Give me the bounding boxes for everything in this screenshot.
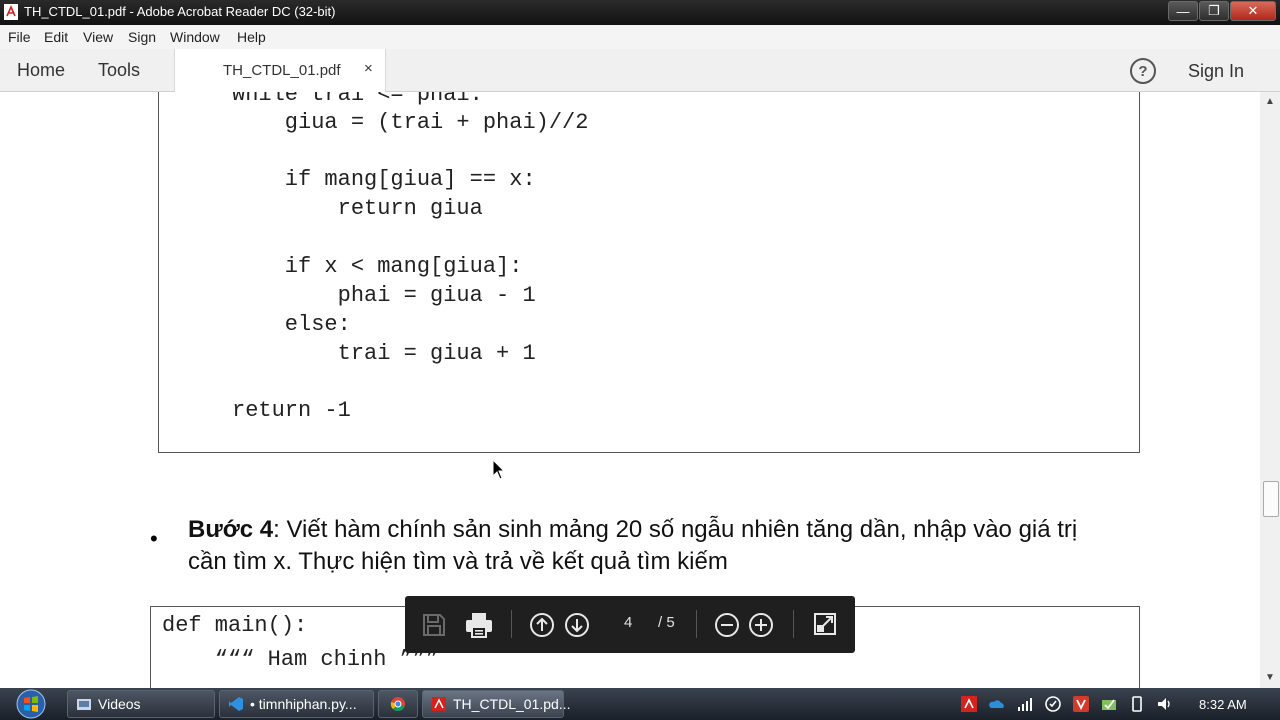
code-line: if x < mang[giua]: — [232, 254, 523, 279]
taskbar-vscode[interactable]: • timnhiphan.py... — [219, 690, 374, 718]
taskbar: Videos • timnhiphan.py... TH_CTDL_01.pd.… — [0, 688, 1280, 720]
taskbar-label: Videos — [98, 696, 141, 712]
maximize-button[interactable]: ❐ — [1199, 1, 1229, 21]
folder-icon — [77, 699, 91, 710]
taskbar-chrome[interactable] — [378, 690, 418, 718]
tab-tools[interactable]: Tools — [98, 60, 140, 81]
tab-home[interactable]: Home — [17, 60, 65, 81]
print-icon[interactable] — [464, 611, 494, 639]
vertical-scrollbar[interactable]: ▲ ▼ — [1260, 92, 1280, 688]
code-line: trai = giua + 1 — [232, 341, 536, 366]
total-pages: / 5 — [658, 614, 675, 631]
menu-file[interactable]: File — [8, 29, 31, 45]
code-line: def main(): — [162, 613, 308, 638]
code-line: giua = (trai + phai)//2 — [232, 110, 589, 135]
sync-icon[interactable] — [1044, 695, 1062, 713]
menu-edit[interactable]: Edit — [44, 29, 68, 45]
minimize-button[interactable]: — — [1168, 1, 1198, 21]
step-text-1: : Viết hàm chính sản sinh mảng 20 số ngẫ… — [273, 516, 1078, 543]
close-button[interactable]: ✕ — [1230, 1, 1276, 21]
current-page-input[interactable]: 4 — [624, 614, 632, 631]
scrollbar-thumb[interactable] — [1263, 481, 1279, 517]
menu-bar: File Edit View Sign Window Help — [0, 25, 1280, 49]
acrobat-icon — [4, 4, 18, 20]
mouse-cursor-icon — [492, 459, 506, 480]
page-down-icon[interactable] — [564, 612, 590, 638]
network-icon[interactable] — [1016, 695, 1034, 713]
acrobat-icon — [432, 697, 446, 711]
tab-bar: Home Tools TH_CTDL_01.pdf × — [0, 49, 1280, 92]
floating-page-toolbar: 4 / 5 — [405, 596, 855, 653]
step-line-2: cần tìm x. Thực hiện tìm và trả về kết q… — [188, 548, 728, 575]
page-up-icon[interactable] — [529, 612, 555, 638]
close-tab-icon[interactable]: × — [364, 60, 373, 77]
window-controls: — ❐ ✕ — [1167, 1, 1276, 21]
window-title: TH_CTDL_01.pdf - Adobe Acrobat Reader DC… — [24, 4, 336, 19]
security-icon[interactable] — [1100, 695, 1118, 713]
maximize-icon: ❐ — [1208, 3, 1220, 18]
menu-sign[interactable]: Sign — [128, 29, 156, 45]
scroll-down-icon[interactable]: ▼ — [1265, 672, 1275, 683]
fit-page-icon[interactable] — [813, 612, 837, 636]
close-icon: ✕ — [1247, 3, 1259, 18]
save-icon[interactable] — [421, 612, 447, 638]
code-line: if mang[giua] == x: — [232, 167, 536, 192]
toolbar-separator — [511, 610, 512, 638]
vscode-icon — [229, 697, 243, 711]
code-line: return giua — [232, 196, 483, 221]
toolbar-separator — [793, 610, 794, 638]
minimize-icon: — — [1176, 3, 1190, 19]
code-line: else: — [232, 312, 351, 337]
taskbar-videos[interactable]: Videos — [67, 690, 215, 718]
code-line: “““ Ham chinh ””” — [162, 647, 440, 672]
volume-icon[interactable] — [1156, 695, 1174, 713]
taskbar-label: TH_CTDL_01.pd... — [453, 696, 571, 712]
code-line: phai = giua - 1 — [232, 283, 536, 308]
code-line: while trai <= phai: — [232, 92, 483, 107]
sign-in-button[interactable]: Sign In — [1188, 61, 1244, 82]
acrobat-tray-icon[interactable] — [960, 695, 978, 713]
code-block-1: while trai <= phai: giua = (trai + phai)… — [158, 92, 1140, 453]
help-icon[interactable]: ? — [1130, 58, 1156, 84]
scroll-up-icon[interactable]: ▲ — [1265, 96, 1275, 107]
list-bullet: • — [150, 526, 158, 551]
taskbar-clock: 8:32 AM — [1199, 697, 1247, 712]
taskbar-label: • timnhiphan.py... — [250, 696, 357, 712]
code-line: return -1 — [232, 398, 351, 423]
device-icon[interactable] — [1128, 695, 1146, 713]
step-line-1: Bước 4: Viết hàm chính sản sinh mảng 20 … — [188, 516, 1077, 544]
tab-document[interactable]: TH_CTDL_01.pdf × — [174, 49, 386, 92]
zoom-out-icon[interactable] — [714, 612, 740, 638]
chrome-icon — [390, 697, 405, 712]
menu-help[interactable]: Help — [237, 29, 266, 45]
menu-view[interactable]: View — [83, 29, 113, 45]
toolbar-separator — [696, 610, 697, 638]
window-titlebar: TH_CTDL_01.pdf - Adobe Acrobat Reader DC… — [0, 0, 1280, 25]
taskbar-acrobat[interactable]: TH_CTDL_01.pd... — [422, 690, 571, 718]
vivaldi-icon[interactable] — [1072, 695, 1090, 713]
onedrive-icon[interactable] — [988, 695, 1006, 713]
document-tab-label: TH_CTDL_01.pdf — [223, 62, 341, 79]
menu-window[interactable]: Window — [170, 29, 220, 45]
step-label: Bước 4 — [188, 516, 274, 543]
zoom-in-icon[interactable] — [748, 612, 774, 638]
windows-start-icon[interactable] — [10, 689, 52, 719]
